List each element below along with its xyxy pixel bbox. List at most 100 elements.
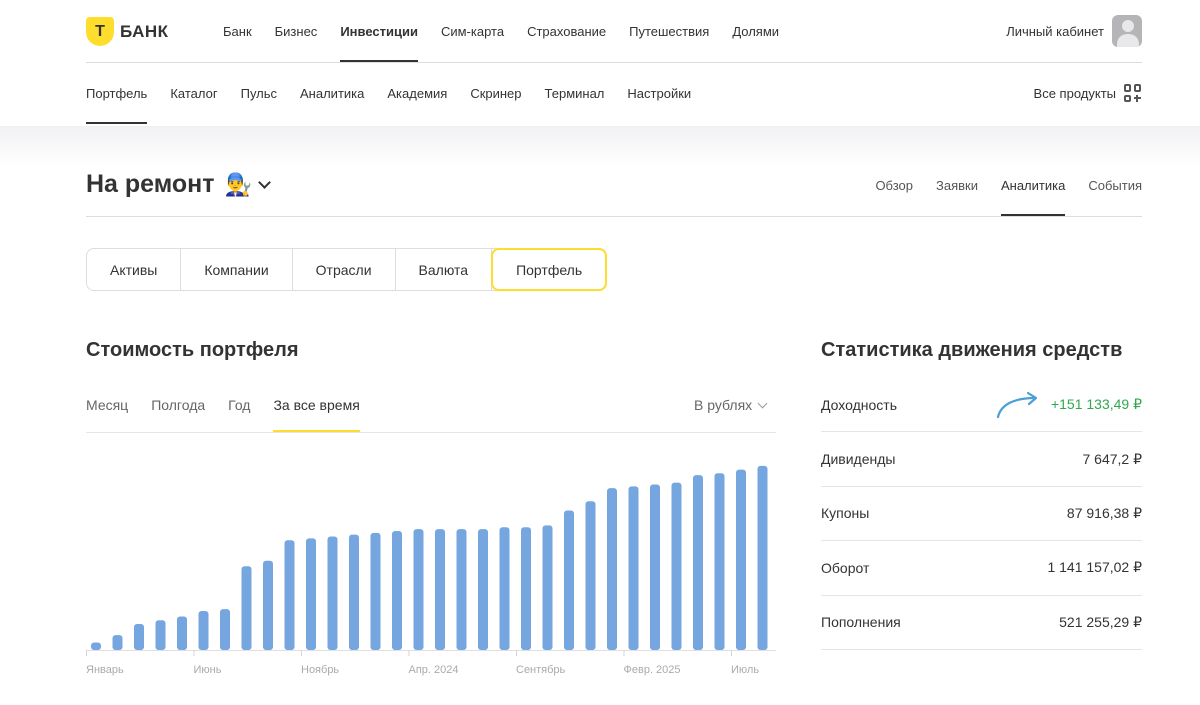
x-tick-label: Ноябрь xyxy=(301,664,339,676)
x-tick-label: Январь xyxy=(86,664,124,676)
x-tick-label: Апр. 2024 xyxy=(409,664,459,676)
stat-label: Купоны xyxy=(821,505,870,522)
sub-nav-item[interactable]: Аналитика xyxy=(300,86,364,124)
analytics-segmented-control: Активы Компании Отрасли Валюта Портфель xyxy=(86,248,608,291)
period-tab[interactable]: За все время xyxy=(273,397,361,433)
logo-shield-icon: Т xyxy=(86,17,114,46)
portfolio-tab[interactable]: События xyxy=(1088,178,1142,217)
portfolio-tabs: Обзор Заявки Аналитика События xyxy=(852,178,1142,217)
portfolio-tab[interactable]: Обзор xyxy=(875,178,913,217)
chart-bar[interactable] xyxy=(607,488,617,650)
stat-value-wrap: 87 916,38 ₽ xyxy=(1067,505,1142,522)
chart-bar[interactable] xyxy=(198,610,209,650)
sub-nav-item[interactable]: Настройки xyxy=(627,86,691,124)
segment-tab[interactable]: Отрасли xyxy=(293,249,396,290)
chart-bar[interactable] xyxy=(757,465,768,650)
chart-bar[interactable] xyxy=(628,486,639,650)
top-nav-item[interactable]: Бизнес xyxy=(275,24,318,62)
segment-tab[interactable]: Активы xyxy=(87,249,182,290)
top-nav-item[interactable]: Сим-карта xyxy=(441,24,504,62)
chart-bar[interactable] xyxy=(155,620,166,650)
stats-list: Доходность +151 133,49 ₽ Дивиденды 7 647,2 … xyxy=(821,378,1142,650)
top-nav-item[interactable]: Банк xyxy=(223,24,252,62)
chart-bar[interactable] xyxy=(564,510,574,651)
chart-bar[interactable] xyxy=(542,525,553,650)
avatar[interactable] xyxy=(1112,15,1142,47)
portfolio-tab[interactable]: Заявки xyxy=(936,178,978,217)
segment-tab[interactable]: Валюта xyxy=(396,249,493,290)
chart-bar[interactable] xyxy=(327,536,338,650)
portfolio-divider xyxy=(86,216,1142,217)
x-tick-label: Июнь xyxy=(194,664,222,676)
chart-bar[interactable] xyxy=(671,482,682,650)
chart-bar[interactable] xyxy=(521,527,531,650)
sub-nav-item[interactable]: Каталог xyxy=(170,86,217,124)
portfolio-tab[interactable]: Аналитика xyxy=(1000,178,1066,217)
chart-bar[interactable] xyxy=(177,616,187,650)
currency-label: В рублях xyxy=(694,397,753,413)
chart-bar[interactable] xyxy=(112,635,123,650)
chart-bar[interactable] xyxy=(693,475,703,650)
segment-tab[interactable]: Портфель xyxy=(491,248,608,291)
chart-bar[interactable] xyxy=(134,623,144,650)
chart-bar[interactable] xyxy=(650,484,660,650)
chart-bar[interactable] xyxy=(714,473,725,650)
chart-bar[interactable] xyxy=(736,469,746,650)
logo-text: БАНК xyxy=(120,21,169,41)
period-tabs: Месяц Полгода Год За все время xyxy=(86,397,383,433)
chart-bar[interactable] xyxy=(220,609,230,650)
sub-nav-item[interactable]: Терминал xyxy=(545,86,605,124)
chart-bar[interactable] xyxy=(91,642,101,650)
period-tab[interactable]: Полгода xyxy=(151,397,205,433)
sub-nav-item[interactable]: Скринер xyxy=(470,86,521,124)
chart-bar[interactable] xyxy=(456,529,467,650)
sub-nav-item[interactable]: Академия xyxy=(387,86,447,124)
chevron-down-icon xyxy=(258,176,271,189)
all-products-label: Все продукты xyxy=(1033,85,1116,101)
stat-label: Пополнения xyxy=(821,614,901,631)
chart-bar[interactable] xyxy=(499,527,510,650)
stat-row: Доходность +151 133,49 ₽ xyxy=(821,378,1142,433)
sub-nav-item[interactable]: Пульс xyxy=(241,86,277,124)
chart-bar[interactable] xyxy=(263,560,273,650)
trend-up-arrow-icon xyxy=(996,391,1038,418)
top-nav-item[interactable]: Долями xyxy=(732,24,779,62)
chart-bar[interactable] xyxy=(435,529,445,650)
stat-value: 521 255,29 ₽ xyxy=(1059,613,1142,630)
top-nav-item[interactable]: Инвестиции xyxy=(340,24,418,62)
stat-value-wrap: 521 255,29 ₽ xyxy=(1059,614,1142,631)
chart-bar[interactable] xyxy=(349,534,359,650)
all-products-button[interactable]: Все продукты xyxy=(1034,84,1142,102)
currency-dropdown[interactable]: В рублях xyxy=(694,397,768,413)
portfolio-name: На ремонт xyxy=(86,170,215,198)
portfolio-selector[interactable]: На ремонт 👨‍🔧 xyxy=(86,170,271,199)
chart-bar[interactable] xyxy=(392,530,402,650)
header-shadow xyxy=(0,126,1200,166)
chart-bar[interactable] xyxy=(413,529,424,650)
period-tab[interactable]: Год xyxy=(228,397,250,433)
stat-value: 1 141 157,02 ₽ xyxy=(1047,559,1142,576)
top-nav: Банк Бизнес Инвестиции Сим-карта Страхование… xyxy=(223,24,802,62)
chart-bar[interactable] xyxy=(478,529,488,650)
bank-logo[interactable]: Т БАНК xyxy=(86,17,169,46)
period-tab[interactable]: Месяц xyxy=(86,397,128,433)
chart-bar[interactable] xyxy=(370,532,381,650)
stat-label: Дивиденды xyxy=(821,451,896,468)
stat-label: Доходность xyxy=(821,396,897,413)
top-nav-item[interactable]: Страхование xyxy=(527,24,606,62)
cabinet-label: Личный кабинет xyxy=(1006,23,1104,39)
chart-bar[interactable] xyxy=(241,566,252,650)
stat-value-wrap: +151 133,49 ₽ xyxy=(995,390,1142,420)
personal-cabinet-link[interactable]: Личный кабинет xyxy=(1006,15,1142,47)
stat-row: Дивиденды 7 647,2 ₽ xyxy=(821,432,1142,487)
sub-nav-item[interactable]: Портфель xyxy=(86,86,148,124)
portfolio-value-chart: Январь Июнь Ноябрь Апр. 2024 Сентябрь Февр. 2… xyxy=(86,465,776,676)
chart-bar[interactable] xyxy=(284,540,295,650)
segment-tab[interactable]: Компании xyxy=(181,249,293,290)
chart-bar[interactable] xyxy=(306,538,316,650)
value-section-title: Стоимость портфеля xyxy=(86,339,299,361)
apps-grid-icon xyxy=(1124,84,1142,102)
top-nav-item[interactable]: Путешествия xyxy=(629,24,709,62)
stat-value: 7 647,2 ₽ xyxy=(1082,450,1142,467)
chart-bar[interactable] xyxy=(585,501,596,650)
